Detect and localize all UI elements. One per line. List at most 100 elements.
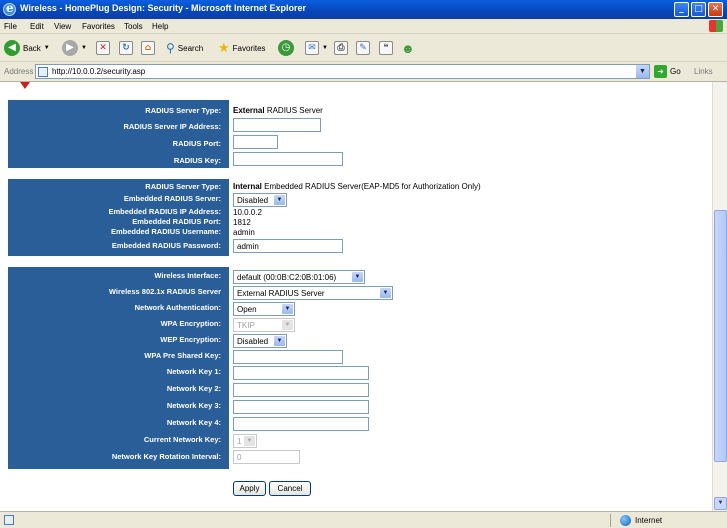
embedded-radius-port-value: 1812 [233,218,251,227]
security-zone-label: Internet [635,516,663,525]
edit-button[interactable]: ✎ [356,39,370,57]
refresh-icon: ↻ [119,41,133,55]
wireless-radius-select[interactable]: External RADIUS Server ▼ [233,286,393,300]
network-key-4-label: Network Key 4: [166,418,221,427]
history-button[interactable]: ◷ [278,39,294,57]
radius-key-field[interactable] [233,152,343,166]
back-button[interactable]: ◀ Back ▼ [4,39,50,57]
vertical-scrollbar[interactable]: ▼ [712,82,727,511]
wireless-settings-panel: Wireless Interface: Wireless 802.1x RADI… [8,267,229,469]
stop-button[interactable]: ✕ [96,39,110,57]
print-button[interactable]: ⎙ [334,39,348,57]
network-key-2-field[interactable] [233,383,369,397]
wireless-interface-label: Wireless Interface: [154,271,221,280]
wpa-psk-field[interactable] [233,350,343,364]
embedded-radius-password-field[interactable]: admin [233,239,343,253]
embedded-radius-ip-value: 10.0.0.2 [233,208,262,217]
ie-icon [3,1,16,16]
chevron-down-icon: ▼ [282,320,293,330]
embedded-radius-username-label: Embedded RADIUS Username: [110,227,221,236]
links-button[interactable]: Links [694,67,713,76]
network-key-1-label: Network Key 1: [166,367,221,376]
menu-favorites[interactable]: Favorites [82,22,115,31]
menu-edit[interactable]: Edit [30,22,44,31]
radius-key-label: RADIUS Key: [173,156,221,165]
embedded-radius-password-label: Embedded RADIUS Password: [111,241,221,250]
network-key-2-label: Network Key 2: [166,384,221,393]
home-icon: ⌂ [141,41,155,55]
menu-file[interactable]: File [4,22,17,31]
chevron-down-icon: ▼ [274,336,285,346]
menu-view[interactable]: View [54,22,71,31]
wep-encryption-select[interactable]: Disabled ▼ [233,334,287,348]
network-key-4-field[interactable] [233,417,369,431]
mail-button[interactable]: ✉ ▼ [305,39,328,57]
menu-help[interactable]: Help [152,22,168,31]
embedded-radius-username-value: admin [233,228,255,237]
network-auth-select[interactable]: Open ▼ [233,302,295,316]
page-content: RADIUS Server Type: RADIUS Server IP Add… [0,82,712,511]
page-done-icon [4,515,14,525]
current-network-key-select[interactable]: 1 ▼ [233,434,257,448]
page-icon [38,67,48,77]
chevron-down-icon: ▼ [380,288,391,298]
internet-globe-icon [620,515,631,526]
minimize-button[interactable]: _ [674,2,689,17]
apply-button[interactable]: Apply [233,481,266,496]
window-title: Wireless - HomePlug Design: Security - M… [20,3,306,13]
internal-radius-type-value: Internal Embedded RADIUS Server(EAP-MD5 … [233,182,481,191]
radius-port-field[interactable] [233,135,278,149]
status-divider [610,514,611,527]
wpa-encryption-select[interactable]: TKIP ▼ [233,318,295,332]
close-button[interactable]: ✕ [708,2,723,17]
wireless-interface-select[interactable]: default (00:0B:C2:0B:01:06) ▼ [233,270,365,284]
network-key-1-field[interactable] [233,366,369,380]
embedded-radius-server-select[interactable]: Disabled ▼ [233,193,287,207]
favorites-button[interactable]: ★ Favorites [218,39,266,57]
edit-icon: ✎ [356,41,370,55]
back-dropdown-icon[interactable]: ▼ [44,45,50,51]
scrollbar-thumb[interactable] [714,210,727,462]
windows-logo-icon [709,20,723,32]
scroll-down-icon[interactable]: ▼ [714,497,727,510]
current-network-key-label: Current Network Key: [143,435,221,444]
cancel-button[interactable]: Cancel [269,481,311,496]
chevron-down-icon: ▼ [244,436,255,446]
external-radius-panel: RADIUS Server Type: RADIUS Server IP Add… [8,100,229,168]
address-label: Address [4,67,34,76]
address-input[interactable]: http://10.0.0.2/security.asp ▼ [35,64,650,79]
wireless-radius-label: Wireless 802.1x RADIUS Server [108,287,221,296]
radius-port-label: RADIUS Port: [172,139,221,148]
forward-button[interactable]: ▶ ▼ [62,39,87,57]
address-url: http://10.0.0.2/security.asp [52,67,146,76]
title-bar: Wireless - HomePlug Design: Security - M… [0,0,727,19]
maximize-button[interactable]: □ [691,2,706,17]
search-button[interactable]: ⚲ Search [166,39,203,57]
favorites-star-icon: ★ [218,40,230,55]
radius-ip-field[interactable] [233,118,321,132]
messenger-button[interactable]: ☻ [401,39,415,57]
address-dropdown-icon[interactable]: ▼ [636,65,649,78]
back-label: Back [23,43,41,53]
discuss-button[interactable]: ❝ [379,39,393,57]
external-radius-type-label: RADIUS Server Type: [145,106,221,115]
wep-encryption-label: WEP Encryption: [160,335,221,344]
search-label: Search [177,43,204,53]
external-radius-type-value: External RADIUS Server [233,106,323,115]
key-rotation-interval-field[interactable]: 0 [233,450,300,464]
key-rotation-interval-label: Network Key Rotation Interval: [111,452,221,461]
chevron-down-icon: ▼ [274,195,285,205]
menu-tools[interactable]: Tools [124,22,143,31]
wpa-encryption-label: WPA Encryption: [160,319,221,328]
print-icon: ⎙ [334,41,348,55]
go-button[interactable]: ➜ Go [654,65,681,78]
menu-bar: File Edit View Favorites Tools Help [0,19,727,34]
home-button[interactable]: ⌂ [141,39,155,57]
refresh-button[interactable]: ↻ [119,39,133,57]
network-key-3-field[interactable] [233,400,369,414]
network-auth-label: Network Authentication: [134,303,221,312]
mail-dropdown-icon[interactable]: ▼ [322,45,328,51]
mail-icon: ✉ [305,41,319,55]
forward-dropdown-icon[interactable]: ▼ [81,45,87,51]
forward-arrow-icon: ▶ [62,40,78,56]
